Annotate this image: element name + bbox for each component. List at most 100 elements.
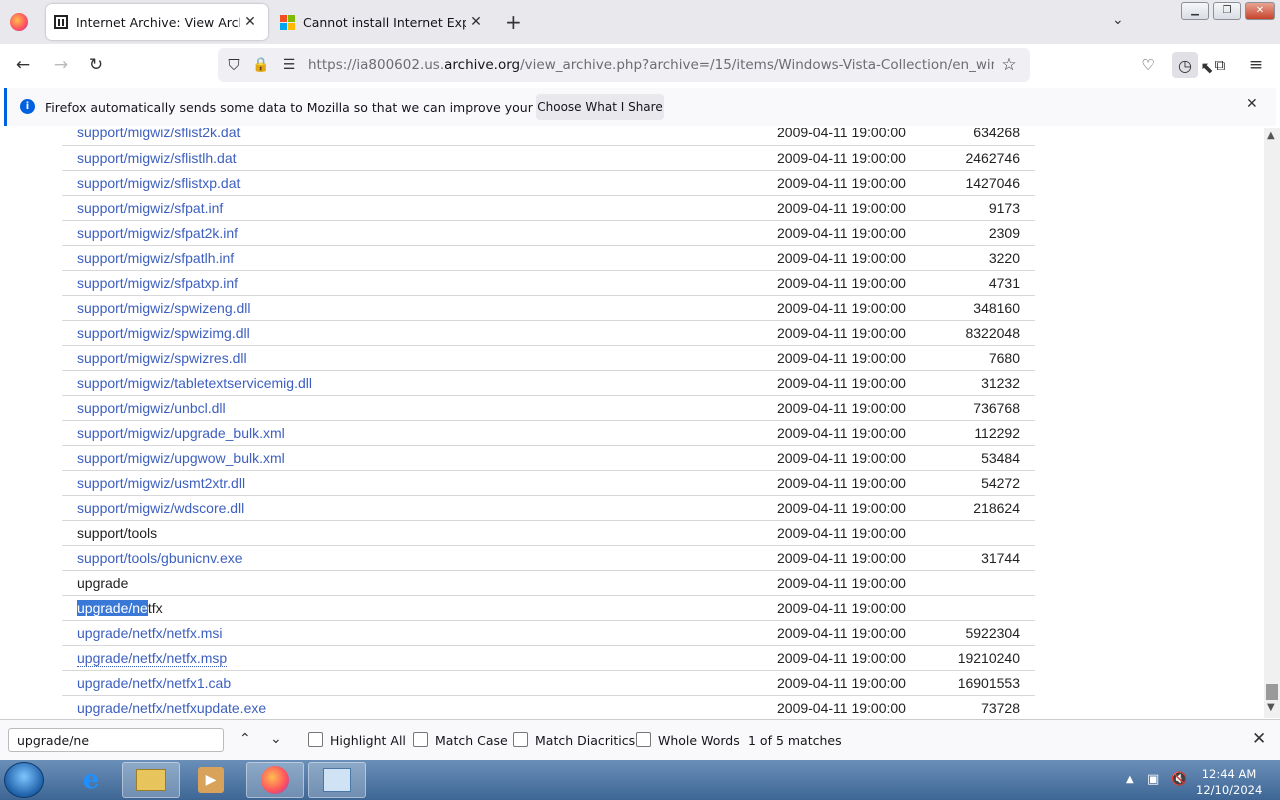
media-player-icon[interactable]: ▶ — [182, 762, 240, 798]
file-link[interactable]: support/migwiz/sflistlh.dat — [77, 150, 237, 166]
system-clock[interactable]: 12:44 AM 12/10/2024 — [1196, 766, 1262, 798]
firefox-menu-icon[interactable] — [10, 13, 28, 31]
file-name-cell[interactable]: support/migwiz/usmt2xtr.dll — [62, 470, 762, 496]
file-name-cell[interactable]: support/migwiz/sflistxp.dat — [62, 170, 762, 196]
tab-cannot-install[interactable]: Cannot install Internet Explorer ✕ — [272, 4, 494, 40]
file-name-cell[interactable]: upgrade/netfx/netfx1.cab — [62, 670, 762, 696]
network-icon[interactable]: ▣ — [1147, 772, 1159, 787]
file-link[interactable]: support/migwiz/sflist2k.dat — [77, 128, 240, 140]
date-cell: 2009-04-11 19:00:00 — [762, 520, 922, 546]
file-name-cell[interactable]: support/migwiz/wdscore.dll — [62, 495, 762, 521]
file-name-cell[interactable]: upgrade/netfx/netfxupdate.exe — [62, 695, 762, 718]
file-link[interactable]: support/migwiz/spwizeng.dll — [77, 300, 251, 316]
date-cell: 2009-04-11 19:00:00 — [762, 270, 922, 296]
restore-button[interactable]: ❐ — [1213, 2, 1241, 20]
whole-words-checkbox[interactable] — [636, 732, 651, 747]
file-link[interactable]: support/migwiz/wdscore.dll — [77, 500, 244, 516]
app-menu-icon[interactable]: ≡ — [1245, 54, 1267, 76]
page-content: support/migwiz/sflist2k.dat 2009-04-11 19… — [0, 128, 1264, 718]
file-name-cell[interactable]: upgrade/netfx/netfx.msp — [62, 645, 762, 671]
file-link[interactable]: upgrade/netfx/netfx.msp — [77, 649, 228, 667]
file-link[interactable]: support/migwiz/sfpatxp.inf — [77, 275, 238, 291]
highlight-all-checkbox[interactable] — [308, 732, 323, 747]
internet-explorer-icon[interactable]: e — [62, 762, 120, 798]
permissions-icon[interactable]: ☰ — [278, 54, 300, 76]
close-window-button[interactable]: ✕ — [1245, 2, 1275, 20]
date-cell: 2009-04-11 19:00:00 — [762, 170, 922, 196]
file-name-cell[interactable]: support/migwiz/sfpatlh.inf — [62, 245, 762, 271]
pocket-icon[interactable]: ♡ — [1137, 54, 1159, 76]
minimize-button[interactable]: ▁ — [1181, 2, 1209, 20]
file-name-cell[interactable]: support/migwiz/tabletextservicemig.dll — [62, 370, 762, 396]
file-link[interactable]: support/migwiz/tabletextservicemig.dll — [77, 375, 312, 391]
file-name-cell[interactable]: support/migwiz/sfpatxp.inf — [62, 270, 762, 296]
start-button[interactable] — [4, 762, 44, 798]
choose-what-i-share-button[interactable]: Choose What I Share — [536, 94, 664, 120]
file-name-cell[interactable]: support/migwiz/sflist2k.dat — [62, 128, 762, 146]
file-link[interactable]: upgrade/netfx/netfx1.cab — [77, 675, 231, 691]
match-diacritics-checkbox[interactable] — [513, 732, 528, 747]
bookmark-star-icon[interactable]: ☆ — [998, 54, 1020, 76]
date-cell: 2009-04-11 19:00:00 — [762, 570, 922, 596]
table-row: upgrade/netfx 2009-04-11 19:00:00 — [62, 595, 1035, 621]
file-link[interactable]: support/migwiz/usmt2xtr.dll — [77, 475, 245, 491]
file-explorer-icon[interactable] — [122, 762, 180, 798]
file-name-cell[interactable]: support/migwiz/spwizres.dll — [62, 345, 762, 371]
lock-icon[interactable]: 🔒 — [250, 54, 272, 76]
file-name-cell[interactable]: support/migwiz/sfpat.inf — [62, 195, 762, 221]
find-next-icon[interactable]: ⌄ — [270, 731, 282, 747]
scrollbar-thumb[interactable] — [1266, 684, 1278, 700]
close-find-bar-icon[interactable]: ✕ — [1252, 729, 1266, 749]
control-panel-icon[interactable] — [308, 762, 366, 798]
scroll-up-icon[interactable]: ▲ — [1267, 130, 1275, 141]
extensions-icon[interactable]: ⧉ — [1209, 54, 1231, 76]
close-tab-icon[interactable]: ✕ — [240, 14, 260, 30]
file-name-cell[interactable]: support/migwiz/upgrade_bulk.xml — [62, 420, 762, 446]
match-case-checkbox[interactable] — [413, 732, 428, 747]
file-link[interactable]: support/migwiz/upgwow_bulk.xml — [77, 450, 285, 466]
file-link[interactable]: support/migwiz/spwizimg.dll — [77, 325, 250, 341]
file-name-cell: upgrade — [62, 570, 762, 596]
tracking-protection-shield-icon[interactable]: ⛉ — [223, 54, 245, 76]
close-notification-icon[interactable]: ✕ — [1246, 96, 1258, 112]
table-row: upgrade 2009-04-11 19:00:00 — [62, 570, 1035, 596]
history-icon[interactable]: ◷ — [1172, 52, 1198, 78]
find-input[interactable]: upgrade/ne — [8, 728, 224, 752]
url-text[interactable]: https://ia800602.us.archive.org/view_arc… — [308, 57, 994, 73]
file-name-cell[interactable]: support/migwiz/spwizeng.dll — [62, 295, 762, 321]
new-tab-button[interactable]: + — [505, 10, 522, 34]
firefox-taskbar-icon[interactable] — [246, 762, 304, 798]
file-link[interactable]: support/migwiz/sflistxp.dat — [77, 175, 240, 191]
file-link[interactable]: support/migwiz/upgrade_bulk.xml — [77, 425, 285, 441]
scroll-down-icon[interactable]: ▼ — [1267, 702, 1275, 713]
file-name-cell[interactable]: support/migwiz/spwizimg.dll — [62, 320, 762, 346]
size-cell: 4731 — [922, 270, 1035, 296]
list-all-tabs-icon[interactable]: ⌄ — [1112, 12, 1124, 28]
close-tab-icon[interactable]: ✕ — [466, 14, 486, 30]
size-cell: 31744 — [922, 545, 1035, 571]
file-link[interactable]: support/migwiz/sfpatlh.inf — [77, 250, 234, 266]
tab-internet-archive[interactable]: Internet Archive: View Archive ✕ — [46, 4, 268, 40]
file-name-cell[interactable]: support/tools/gbunicnv.exe — [62, 545, 762, 571]
file-name-cell[interactable]: upgrade/netfx/netfx.msi — [62, 620, 762, 646]
windows-logo-icon — [280, 14, 295, 30]
vertical-scrollbar[interactable]: ▲ ▼ — [1264, 128, 1280, 718]
file-name-cell[interactable]: support/migwiz/unbcl.dll — [62, 395, 762, 421]
file-name-cell[interactable]: support/migwiz/sflistlh.dat — [62, 145, 762, 171]
file-link[interactable]: support/migwiz/unbcl.dll — [77, 400, 226, 416]
file-link[interactable]: support/tools/gbunicnv.exe — [77, 550, 243, 566]
file-link[interactable]: support/migwiz/sfpat.inf — [77, 200, 223, 216]
volume-muted-icon[interactable]: 🔇 — [1171, 772, 1187, 787]
file-link[interactable]: upgrade/netfx/netfx.msi — [77, 625, 223, 641]
back-icon[interactable]: ← — [12, 54, 34, 76]
file-link[interactable]: support/migwiz/spwizres.dll — [77, 350, 247, 366]
file-link[interactable]: support/migwiz/sfpat2k.inf — [77, 225, 238, 241]
forward-icon[interactable]: → — [50, 54, 72, 76]
reload-icon[interactable]: ↻ — [85, 54, 107, 76]
size-cell: 9173 — [922, 195, 1035, 221]
find-previous-icon[interactable]: ⌃ — [239, 731, 251, 747]
show-hidden-icons-icon[interactable]: ▲ — [1126, 774, 1134, 785]
file-link[interactable]: upgrade/netfx/netfxupdate.exe — [77, 700, 266, 716]
file-name-cell[interactable]: support/migwiz/sfpat2k.inf — [62, 220, 762, 246]
file-name-cell[interactable]: support/migwiz/upgwow_bulk.xml — [62, 445, 762, 471]
